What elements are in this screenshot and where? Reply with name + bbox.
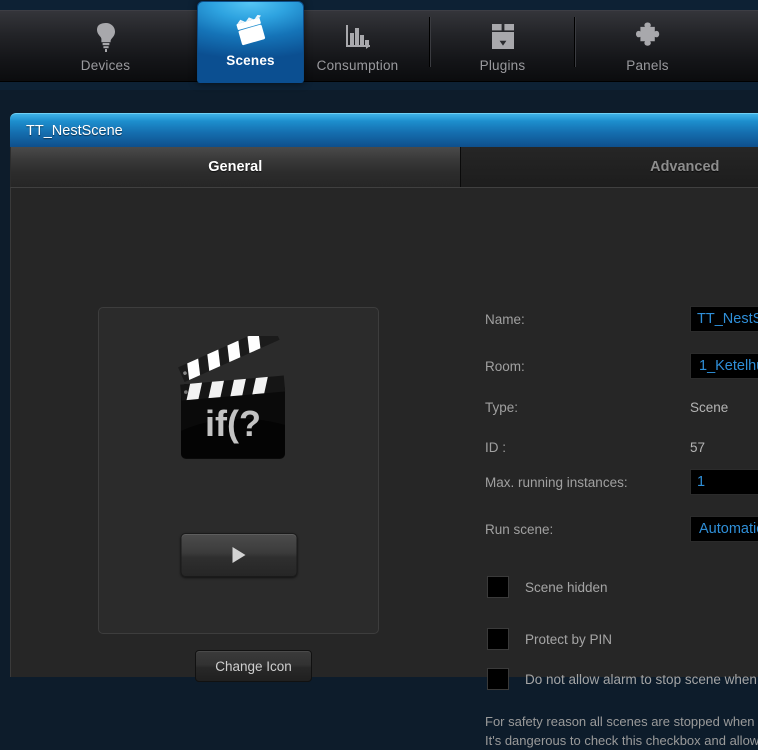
puzzle-piece-icon bbox=[626, 19, 670, 55]
window-title: TT_NestScene bbox=[26, 123, 123, 139]
clapperboard-if-icon: if(? bbox=[169, 336, 309, 481]
scene-hidden-label: Scene hidden bbox=[525, 580, 608, 595]
id-label: ID : bbox=[475, 440, 690, 455]
field-row-type: Type: Scene bbox=[475, 400, 758, 415]
change-icon-button[interactable]: Change Icon bbox=[195, 650, 312, 682]
box-download-icon bbox=[481, 19, 525, 55]
field-row-name: Name: bbox=[475, 306, 758, 332]
lightbulb-icon bbox=[84, 19, 128, 55]
checkbox-row-protect-by-pin: Protect by PIN bbox=[475, 628, 612, 650]
checkbox-row-alarm-stop: Do not allow alarm to stop scene when ru… bbox=[475, 668, 758, 690]
id-value: 57 bbox=[690, 440, 705, 455]
room-label: Room: bbox=[475, 359, 690, 374]
top-navigation: Devices Consumption bbox=[0, 0, 758, 90]
tabstrip: General Advanced bbox=[10, 147, 758, 187]
name-input[interactable] bbox=[690, 306, 758, 332]
panel-body: if(? bbox=[10, 187, 758, 677]
nav-label-scenes: Scenes bbox=[226, 53, 274, 68]
field-row-max-instances: Max. running instances: bbox=[475, 469, 758, 495]
play-icon bbox=[232, 547, 245, 563]
protect-by-pin-label: Protect by PIN bbox=[525, 632, 612, 647]
run-scene-select[interactable]: Automatically bbox=[690, 516, 758, 542]
nav-label-panels: Panels bbox=[626, 58, 668, 73]
alarm-stop-label: Do not allow alarm to stop scene when ru… bbox=[525, 672, 758, 687]
window-titlebar: TT_NestScene bbox=[10, 113, 758, 147]
max-instances-input[interactable] bbox=[690, 469, 758, 495]
nav-item-consumption[interactable]: Consumption bbox=[285, 11, 430, 81]
type-label: Type: bbox=[475, 400, 690, 415]
protect-by-pin-checkbox[interactable] bbox=[487, 628, 509, 650]
room-select[interactable]: 1_Ketelhuis bbox=[690, 353, 758, 379]
change-icon-label: Change Icon bbox=[215, 659, 292, 674]
field-row-run-scene: Run scene: Automatically bbox=[475, 516, 758, 542]
tab-general[interactable]: General bbox=[11, 147, 461, 187]
nav-label-plugins: Plugins bbox=[480, 58, 526, 73]
max-instances-label: Max. running instances: bbox=[475, 475, 690, 490]
nav-item-panels[interactable]: Panels bbox=[575, 11, 720, 81]
run-scene-play-button[interactable] bbox=[180, 533, 297, 577]
tab-advanced[interactable]: Advanced bbox=[461, 147, 758, 187]
nav-item-scenes[interactable]: Scenes bbox=[197, 1, 304, 83]
field-row-id: ID : 57 bbox=[475, 440, 758, 455]
top-navigation-bar: Devices Consumption bbox=[0, 10, 758, 82]
tab-general-label: General bbox=[208, 159, 262, 175]
scene-editor-window: TT_NestScene General Advanced if(? bbox=[10, 113, 758, 677]
nav-label-consumption: Consumption bbox=[317, 58, 399, 73]
warning-line-1: For safety reason all scenes are stopped… bbox=[485, 712, 758, 731]
scene-hidden-checkbox[interactable] bbox=[487, 576, 509, 598]
nav-item-plugins[interactable]: Plugins bbox=[430, 11, 575, 81]
scene-properties-form: Name: Room: 1_Ketelhuis Type: Scene ID :… bbox=[475, 188, 758, 678]
alarm-stop-checkbox[interactable] bbox=[487, 668, 509, 690]
tab-advanced-label: Advanced bbox=[650, 159, 719, 175]
run-scene-label: Run scene: bbox=[475, 522, 690, 537]
checkbox-row-scene-hidden: Scene hidden bbox=[475, 576, 608, 598]
scene-icon-card: if(? bbox=[98, 307, 379, 634]
nav-label-devices: Devices bbox=[81, 58, 130, 73]
svg-text:if(?: if(? bbox=[205, 403, 261, 444]
nav-item-devices[interactable]: Devices bbox=[33, 11, 178, 81]
warning-line-2: It's dangerous to check this checkbox an… bbox=[485, 731, 758, 750]
bar-chart-icon bbox=[336, 19, 380, 55]
name-label: Name: bbox=[475, 312, 690, 327]
type-value: Scene bbox=[690, 400, 728, 415]
clapperboard-icon bbox=[229, 14, 273, 50]
field-row-room: Room: 1_Ketelhuis bbox=[475, 353, 758, 379]
